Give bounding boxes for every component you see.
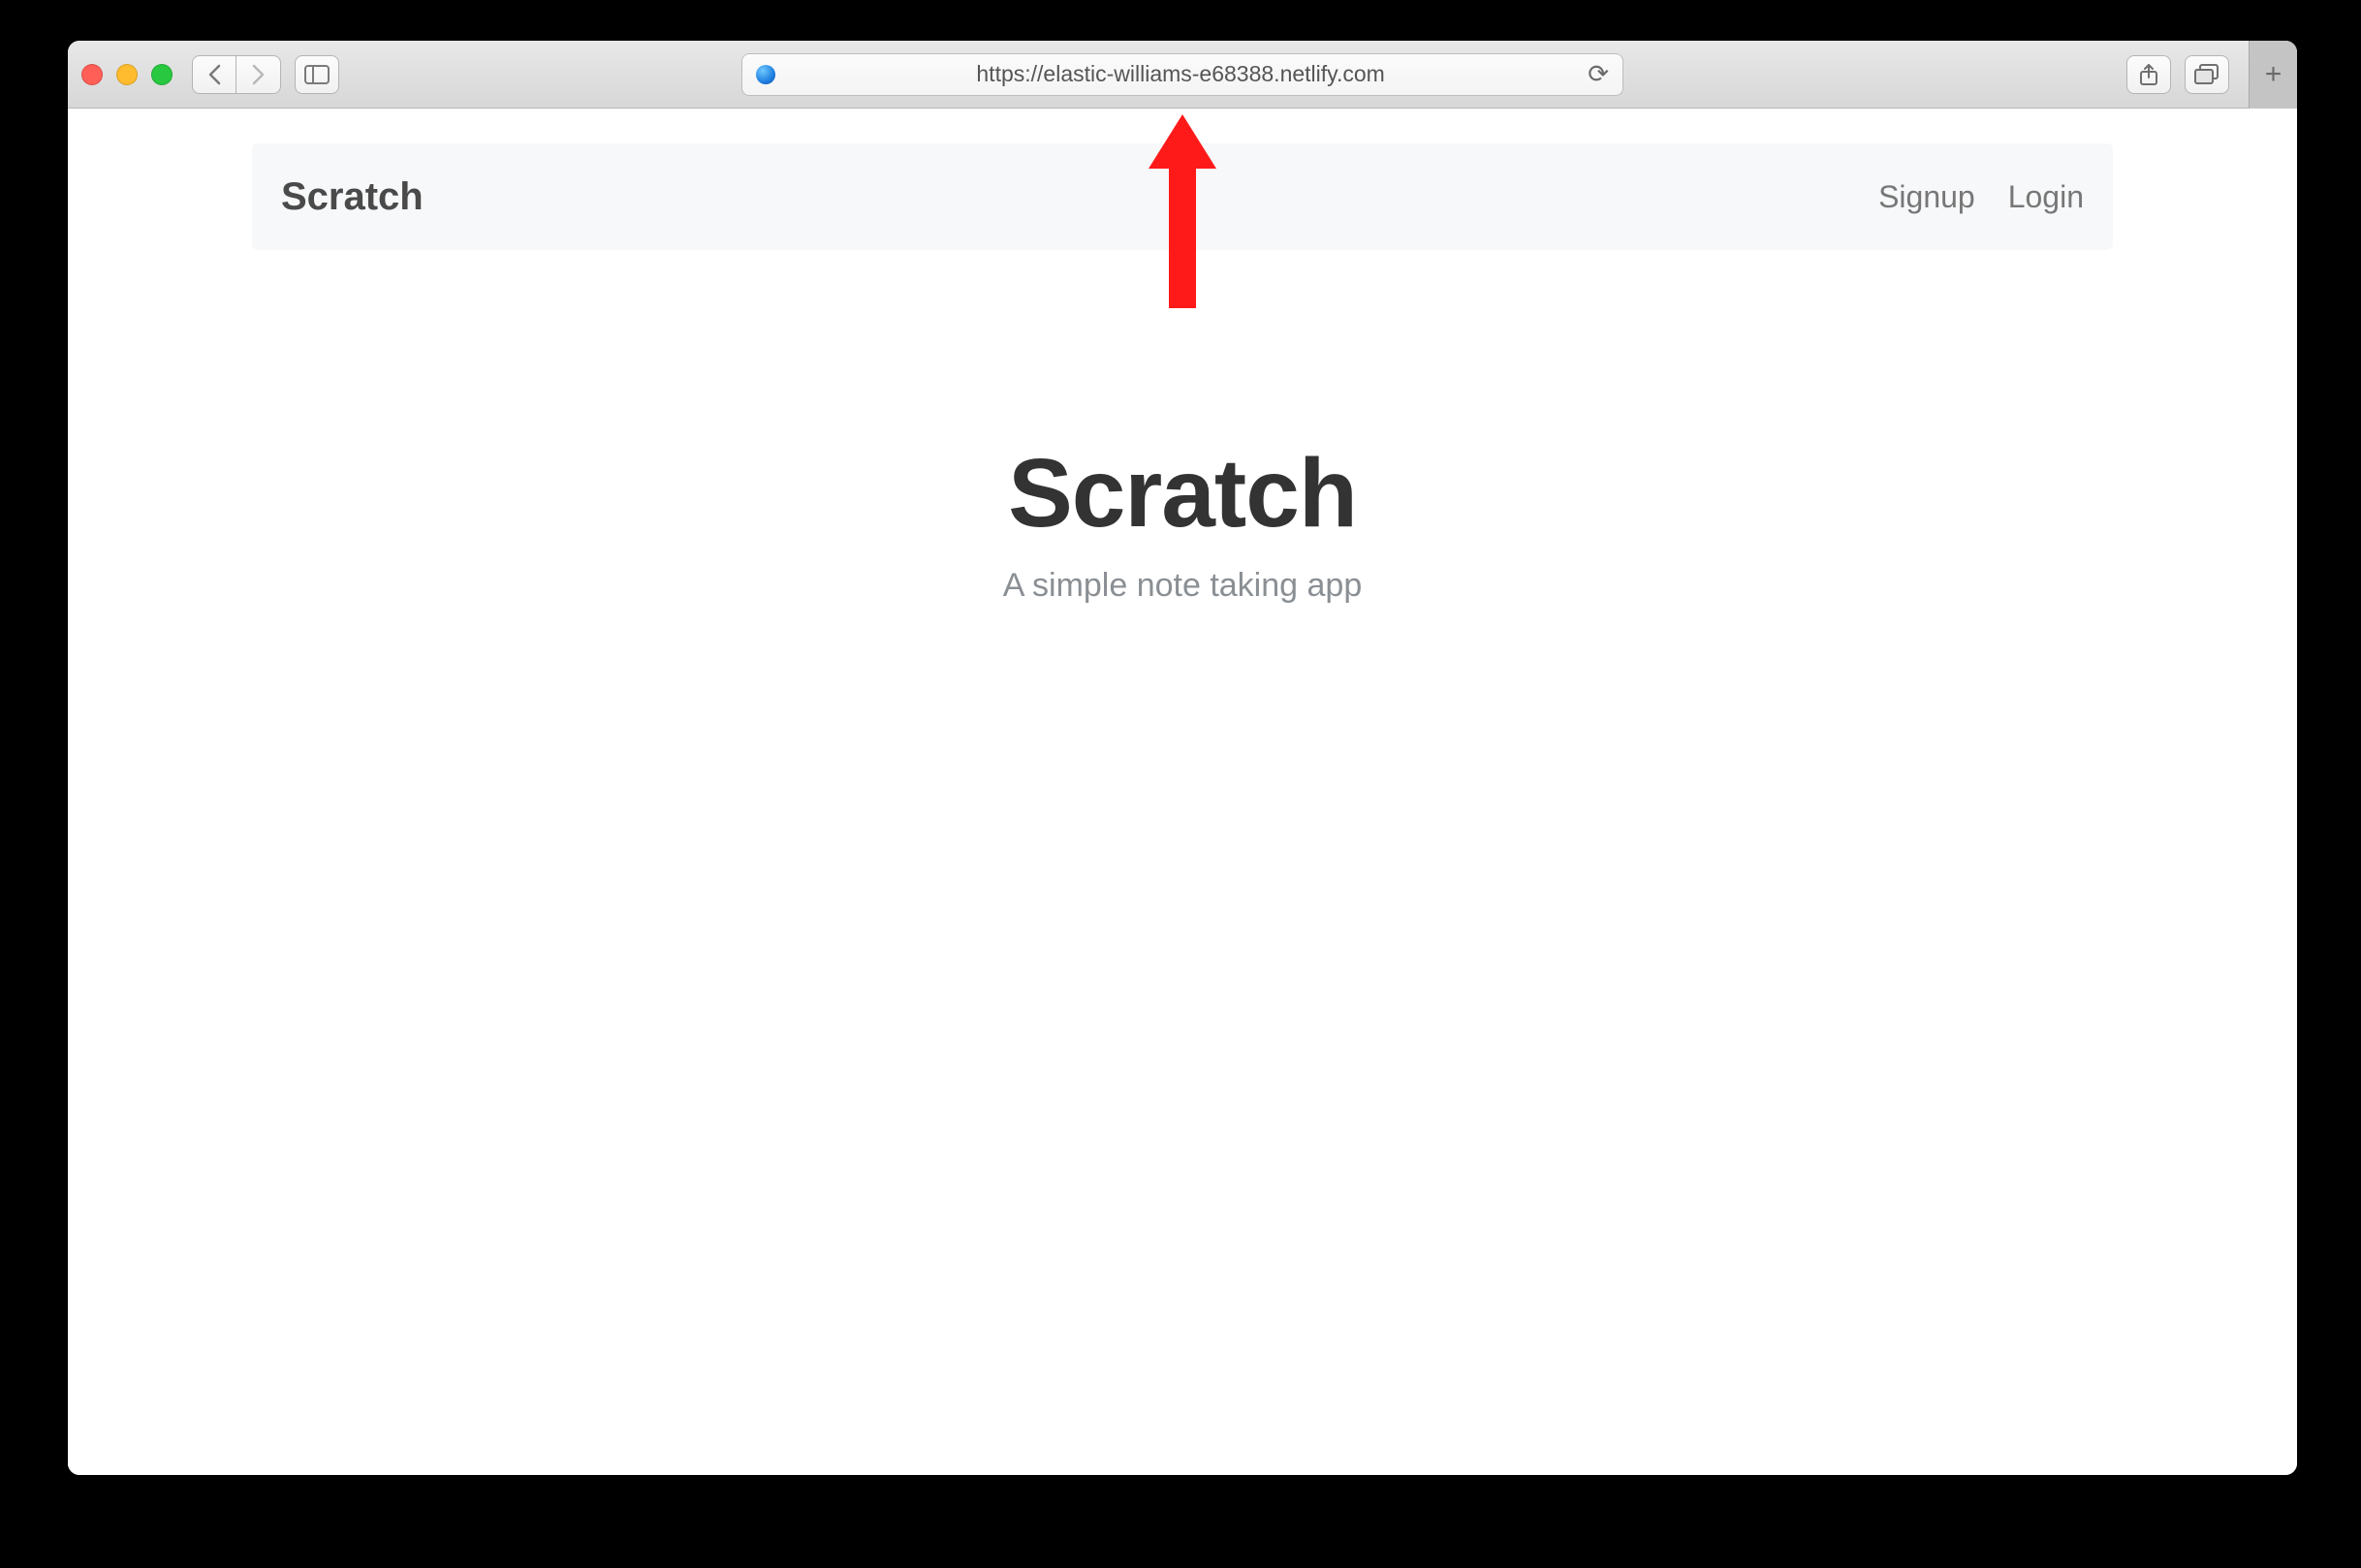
reload-icon[interactable]: ⟳ [1588, 59, 1609, 89]
site-identity-icon [756, 65, 775, 84]
brand-logo[interactable]: Scratch [281, 175, 424, 219]
window-controls [81, 64, 173, 85]
browser-window: https://elastic-williams-e68388.netlify.… [68, 41, 2297, 1475]
close-window-button[interactable] [81, 64, 103, 85]
forward-button[interactable] [236, 55, 281, 94]
minimize-window-button[interactable] [116, 64, 138, 85]
share-button[interactable] [2126, 55, 2171, 94]
hero-section: Scratch A simple note taking app [1003, 438, 1362, 605]
nav-back-forward [192, 55, 281, 94]
browser-toolbar: https://elastic-williams-e68388.netlify.… [68, 41, 2297, 109]
signup-link[interactable]: Signup [1878, 179, 1975, 215]
new-tab-button[interactable]: + [2249, 41, 2297, 109]
app-navbar: Scratch Signup Login [252, 143, 2113, 250]
address-bar[interactable]: https://elastic-williams-e68388.netlify.… [741, 53, 1623, 96]
url-text: https://elastic-williams-e68388.netlify.… [785, 61, 1576, 87]
back-button[interactable] [192, 55, 236, 94]
hero-title: Scratch [1003, 438, 1362, 549]
page-viewport: Scratch Signup Login Scratch A simple no… [68, 109, 2297, 1475]
tabs-overview-button[interactable] [2185, 55, 2229, 94]
nav-links: Signup Login [1878, 179, 2084, 215]
sidebar-toggle-button[interactable] [295, 55, 339, 94]
hero-subtitle: A simple note taking app [1003, 567, 1362, 605]
maximize-window-button[interactable] [151, 64, 173, 85]
login-link[interactable]: Login [2008, 179, 2084, 215]
